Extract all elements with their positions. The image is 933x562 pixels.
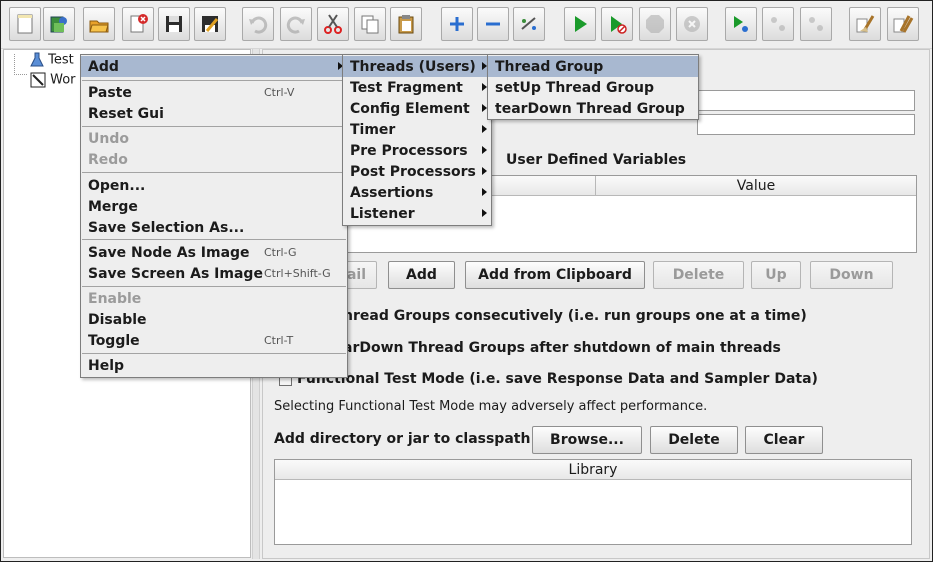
tree-item-label: Wor [50, 72, 76, 88]
submenu-arrow-icon [482, 146, 487, 154]
clear-classpath-button[interactable]: Clear [745, 426, 823, 454]
menu-item-undo[interactable]: Undo [81, 128, 347, 149]
submenu-arrow-icon [482, 125, 487, 133]
start-no-pauses-icon[interactable] [601, 7, 633, 41]
shutdown-icon[interactable] [676, 7, 708, 41]
delete-classpath-button[interactable]: Delete [650, 426, 738, 454]
comments-field[interactable] [697, 114, 915, 135]
templates-icon[interactable] [43, 7, 75, 41]
copy-icon[interactable] [354, 7, 386, 41]
submenu-item-teardown-thread-group[interactable]: tearDown Thread Group [488, 98, 698, 119]
menu-separator [82, 126, 346, 127]
context-menu: Add Paste Ctrl-V Reset Gui Undo Redo Open… [80, 54, 348, 378]
submenu-item-post-processors[interactable]: Post Processors [343, 161, 491, 182]
submenu-item-assertions[interactable]: Assertions [343, 182, 491, 203]
open-icon[interactable] [83, 7, 115, 41]
tree-item-workbench[interactable]: Wor [30, 72, 76, 88]
collapse-icon[interactable] [477, 7, 509, 41]
workbench-icon [30, 72, 46, 88]
menu-item-toggle[interactable]: Toggle Ctrl-T [81, 330, 347, 351]
menu-separator [82, 286, 346, 287]
submenu-item-setup-thread-group[interactable]: setUp Thread Group [488, 77, 698, 98]
menu-item-merge[interactable]: Merge [81, 196, 347, 217]
cut-icon[interactable] [317, 7, 349, 41]
menu-item-save-node-as-image[interactable]: Save Node As Image Ctrl-G [81, 242, 347, 263]
close-icon[interactable] [122, 7, 154, 41]
redo-icon[interactable] [280, 7, 312, 41]
clear-icon[interactable] [849, 7, 881, 41]
submenu-item-pre-processors[interactable]: Pre Processors [343, 140, 491, 161]
undo-icon[interactable] [242, 7, 274, 41]
menu-separator [82, 172, 346, 173]
functional-option-label: Functional Test Mode (i.e. save Response… [297, 371, 818, 387]
udv-value-header[interactable]: Value [596, 176, 916, 196]
jmeter-window: Test Wor User Defined Variables Value ai… [0, 0, 933, 562]
menu-item-open[interactable]: Open... [81, 175, 347, 196]
submenu-item-timer[interactable]: Timer [343, 119, 491, 140]
shortcut-label: Ctrl-V [264, 86, 295, 99]
delete-variable-button[interactable]: Delete [653, 261, 744, 289]
add-from-clipboard-button[interactable]: Add from Clipboard [465, 261, 645, 289]
shortcut-label: Ctrl-G [264, 246, 297, 259]
toggle-icon[interactable] [513, 7, 545, 41]
start-icon[interactable] [564, 7, 596, 41]
classpath-label: Add directory or jar to classpath [274, 431, 531, 447]
menu-item-save-selection-as[interactable]: Save Selection As... [81, 217, 347, 238]
udv-title: User Defined Variables [506, 152, 687, 168]
remote-stop-icon[interactable] [762, 7, 794, 41]
menu-item-disable[interactable]: Disable [81, 309, 347, 330]
menu-separator [82, 353, 346, 354]
remote-start-icon[interactable] [725, 7, 757, 41]
library-header[interactable]: Library [275, 460, 911, 480]
library-table[interactable]: Library [274, 459, 912, 545]
menu-item-save-screen-as-image[interactable]: Save Screen As Image Ctrl+Shift-G [81, 263, 347, 284]
expand-icon[interactable] [441, 7, 473, 41]
menu-item-reset-gui[interactable]: Reset Gui [81, 103, 347, 124]
save-as-icon[interactable] [194, 7, 226, 41]
toolbar [1, 1, 932, 49]
menu-item-redo[interactable]: Redo [81, 149, 347, 170]
submenu-item-config-element[interactable]: Config Element [343, 98, 491, 119]
submenu-item-listener[interactable]: Listener [343, 203, 491, 224]
submenu-arrow-icon [482, 188, 487, 196]
submenu-item-threads[interactable]: Threads (Users) [343, 56, 491, 77]
menu-item-paste[interactable]: Paste Ctrl-V [81, 82, 347, 103]
menu-item-help[interactable]: Help [81, 355, 347, 376]
new-icon[interactable] [9, 7, 41, 41]
shortcut-label: Ctrl+Shift-G [264, 267, 331, 280]
name-field[interactable] [697, 90, 915, 111]
tree-item-test-plan[interactable]: Test [30, 52, 74, 68]
menu-item-enable[interactable]: Enable [81, 288, 347, 309]
submenu-arrow-icon [482, 209, 487, 217]
remote-shutdown-icon[interactable] [800, 7, 832, 41]
submenu-item-thread-group[interactable]: Thread Group [488, 56, 698, 77]
stop-icon[interactable] [639, 7, 671, 41]
down-button[interactable]: Down [810, 261, 893, 289]
up-button[interactable]: Up [751, 261, 801, 289]
test-plan-icon [30, 52, 44, 67]
consecutive-option-label: hread Groups consecutively (i.e. run gro… [343, 308, 807, 324]
tree-item-label: Test [48, 52, 74, 68]
save-icon[interactable] [158, 7, 190, 41]
clear-all-icon[interactable] [887, 7, 919, 41]
tree-line [14, 54, 27, 75]
add-variable-button[interactable]: Add [388, 261, 455, 289]
menu-separator [82, 80, 346, 81]
threads-submenu: Thread Group setUp Thread Group tearDown… [487, 54, 699, 120]
paste-icon[interactable] [390, 7, 422, 41]
submenu-arrow-icon [482, 167, 487, 175]
menu-separator [82, 239, 346, 240]
submenu-item-test-fragment[interactable]: Test Fragment [343, 77, 491, 98]
functional-note: Selecting Functional Test Mode may adver… [274, 399, 708, 414]
teardown-option-label: arDown Thread Groups after shutdown of m… [343, 340, 781, 356]
shortcut-label: Ctrl-T [264, 334, 294, 347]
browse-button[interactable]: Browse... [532, 426, 642, 454]
menu-item-add[interactable]: Add [81, 56, 347, 77]
add-submenu: Threads (Users) Test Fragment Config Ele… [342, 54, 492, 226]
